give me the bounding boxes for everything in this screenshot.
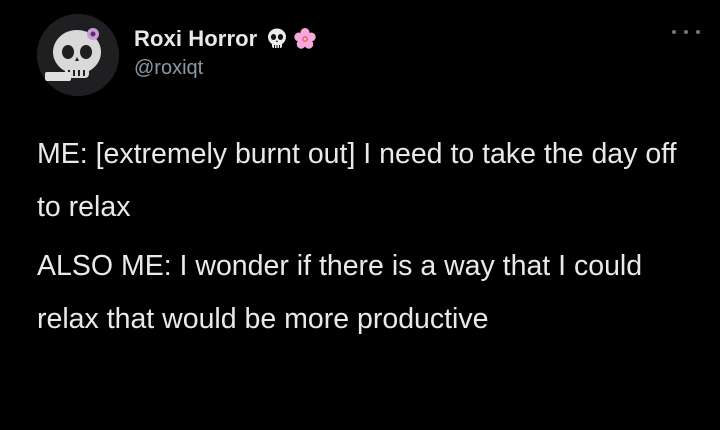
- author-handle[interactable]: @roxiqt: [134, 57, 203, 80]
- cherry-blossom-emoji-icon: [294, 28, 317, 49]
- more-options-icon[interactable]: [672, 22, 700, 42]
- avatar[interactable]: [37, 14, 119, 96]
- tweet-paragraph: ME: [extremely burnt out] I need to take…: [37, 138, 685, 223]
- dot: [672, 30, 676, 34]
- author-display-name[interactable]: Roxi Horror: [134, 26, 257, 52]
- dot: [684, 30, 688, 34]
- skull-emoji-icon: [268, 28, 287, 48]
- tweet-card: Roxi Horror @roxiqt ME: [extremely burnt…: [0, 0, 720, 430]
- tweet-paragraph: ALSO ME: I wonder if there is a way that…: [37, 250, 651, 335]
- tweet-text: ME: [extremely burnt out] I need to take…: [37, 128, 687, 346]
- skull-avatar-icon: [37, 14, 119, 96]
- author-name-row: Roxi Horror: [134, 24, 317, 54]
- dot: [696, 30, 700, 34]
